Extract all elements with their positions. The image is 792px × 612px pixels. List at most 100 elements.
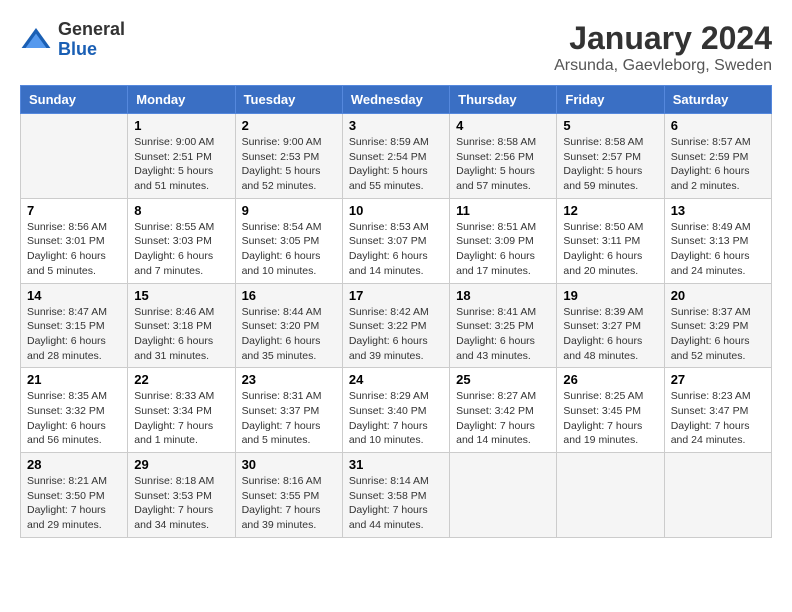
- calendar-cell: 29 Sunrise: 8:18 AM Sunset: 3:53 PM Dayli…: [128, 453, 235, 538]
- day-info: Sunrise: 8:21 AM Sunset: 3:50 PM Dayligh…: [27, 474, 121, 533]
- header: General Blue January 2024 Arsunda, Gaevl…: [20, 20, 772, 75]
- logo: General Blue: [20, 20, 125, 60]
- day-number: 19: [563, 288, 657, 303]
- calendar-cell: 14 Sunrise: 8:47 AM Sunset: 3:15 PM Dayli…: [21, 283, 128, 368]
- logo-text: General Blue: [58, 20, 125, 60]
- day-info: Sunrise: 8:59 AM Sunset: 2:54 PM Dayligh…: [349, 135, 443, 194]
- calendar-cell: [664, 453, 771, 538]
- calendar-cell: 30 Sunrise: 8:16 AM Sunset: 3:55 PM Dayli…: [235, 453, 342, 538]
- day-info: Sunrise: 8:31 AM Sunset: 3:37 PM Dayligh…: [242, 389, 336, 448]
- weekday-header: Sunday: [21, 86, 128, 114]
- day-number: 7: [27, 203, 121, 218]
- day-info: Sunrise: 8:41 AM Sunset: 3:25 PM Dayligh…: [456, 305, 550, 364]
- logo-general: General: [58, 20, 125, 40]
- calendar-cell: 4Sunrise: 8:58 AM Sunset: 2:56 PM Daylig…: [450, 114, 557, 199]
- weekday-header: Tuesday: [235, 86, 342, 114]
- weekday-header: Friday: [557, 86, 664, 114]
- calendar-week-row: 21 Sunrise: 8:35 AM Sunset: 3:32 PM Dayli…: [21, 368, 772, 453]
- day-info: Sunrise: 8:29 AM Sunset: 3:40 PM Dayligh…: [349, 389, 443, 448]
- calendar-cell: 11Sunrise: 8:51 AM Sunset: 3:09 PM Dayli…: [450, 198, 557, 283]
- day-info: Sunrise: 8:25 AM Sunset: 3:45 PM Dayligh…: [563, 389, 657, 448]
- day-info: Sunrise: 8:16 AM Sunset: 3:55 PM Dayligh…: [242, 474, 336, 533]
- logo-blue: Blue: [58, 40, 125, 60]
- calendar-cell: 12Sunrise: 8:50 AM Sunset: 3:11 PM Dayli…: [557, 198, 664, 283]
- day-info: Sunrise: 8:18 AM Sunset: 3:53 PM Dayligh…: [134, 474, 228, 533]
- calendar-cell: 9 Sunrise: 8:54 AM Sunset: 3:05 PM Daylig…: [235, 198, 342, 283]
- day-number: 18: [456, 288, 550, 303]
- calendar-cell: 10 Sunrise: 8:53 AM Sunset: 3:07 PM Dayli…: [342, 198, 449, 283]
- calendar-cell: 21 Sunrise: 8:35 AM Sunset: 3:32 PM Dayli…: [21, 368, 128, 453]
- day-info: Sunrise: 8:42 AM Sunset: 3:22 PM Dayligh…: [349, 305, 443, 364]
- calendar-cell: 2 Sunrise: 9:00 AM Sunset: 2:53 PM Daylig…: [235, 114, 342, 199]
- calendar-table: SundayMondayTuesdayWednesdayThursdayFrid…: [20, 85, 772, 538]
- day-info: Sunrise: 8:55 AM Sunset: 3:03 PM Dayligh…: [134, 220, 228, 279]
- day-number: 21: [27, 372, 121, 387]
- day-number: 29: [134, 457, 228, 472]
- day-info: Sunrise: 8:23 AM Sunset: 3:47 PM Dayligh…: [671, 389, 765, 448]
- day-info: Sunrise: 8:53 AM Sunset: 3:07 PM Dayligh…: [349, 220, 443, 279]
- calendar-cell: 3 Sunrise: 8:59 AM Sunset: 2:54 PM Daylig…: [342, 114, 449, 199]
- calendar-cell: 8 Sunrise: 8:55 AM Sunset: 3:03 PM Daylig…: [128, 198, 235, 283]
- calendar-cell: [557, 453, 664, 538]
- calendar-cell: 6Sunrise: 8:57 AM Sunset: 2:59 PM Daylig…: [664, 114, 771, 199]
- day-number: 8: [134, 203, 228, 218]
- day-number: 17: [349, 288, 443, 303]
- calendar-cell: 16 Sunrise: 8:44 AM Sunset: 3:20 PM Dayli…: [235, 283, 342, 368]
- weekday-header: Wednesday: [342, 86, 449, 114]
- calendar-cell: 7 Sunrise: 8:56 AM Sunset: 3:01 PM Daylig…: [21, 198, 128, 283]
- calendar-cell: 22 Sunrise: 8:33 AM Sunset: 3:34 PM Dayli…: [128, 368, 235, 453]
- day-info: Sunrise: 8:27 AM Sunset: 3:42 PM Dayligh…: [456, 389, 550, 448]
- day-number: 5: [563, 118, 657, 133]
- calendar-cell: 13 Sunrise: 8:49 AM Sunset: 3:13 PM Dayli…: [664, 198, 771, 283]
- calendar-cell: 28 Sunrise: 8:21 AM Sunset: 3:50 PM Dayli…: [21, 453, 128, 538]
- calendar-cell: 15 Sunrise: 8:46 AM Sunset: 3:18 PM Dayli…: [128, 283, 235, 368]
- day-info: Sunrise: 8:14 AM Sunset: 3:58 PM Dayligh…: [349, 474, 443, 533]
- calendar-cell: 17 Sunrise: 8:42 AM Sunset: 3:22 PM Dayli…: [342, 283, 449, 368]
- day-info: Sunrise: 8:44 AM Sunset: 3:20 PM Dayligh…: [242, 305, 336, 364]
- day-number: 22: [134, 372, 228, 387]
- weekday-header: Saturday: [664, 86, 771, 114]
- day-info: Sunrise: 8:47 AM Sunset: 3:15 PM Dayligh…: [27, 305, 121, 364]
- day-info: Sunrise: 9:00 AM Sunset: 2:53 PM Dayligh…: [242, 135, 336, 194]
- day-number: 27: [671, 372, 765, 387]
- day-number: 3: [349, 118, 443, 133]
- day-info: Sunrise: 8:35 AM Sunset: 3:32 PM Dayligh…: [27, 389, 121, 448]
- title-block: January 2024 Arsunda, Gaevleborg, Sweden: [554, 20, 772, 75]
- day-number: 4: [456, 118, 550, 133]
- calendar-week-row: 7 Sunrise: 8:56 AM Sunset: 3:01 PM Daylig…: [21, 198, 772, 283]
- day-number: 11: [456, 203, 550, 218]
- day-number: 2: [242, 118, 336, 133]
- day-number: 6: [671, 118, 765, 133]
- day-number: 31: [349, 457, 443, 472]
- calendar-cell: 25 Sunrise: 8:27 AM Sunset: 3:42 PM Dayli…: [450, 368, 557, 453]
- day-info: Sunrise: 8:33 AM Sunset: 3:34 PM Dayligh…: [134, 389, 228, 448]
- day-number: 9: [242, 203, 336, 218]
- calendar-cell: 31 Sunrise: 8:14 AM Sunset: 3:58 PM Dayli…: [342, 453, 449, 538]
- calendar-cell: 1Sunrise: 9:00 AM Sunset: 2:51 PM Daylig…: [128, 114, 235, 199]
- day-info: Sunrise: 9:00 AM Sunset: 2:51 PM Dayligh…: [134, 135, 228, 194]
- calendar-week-row: 1Sunrise: 9:00 AM Sunset: 2:51 PM Daylig…: [21, 114, 772, 199]
- calendar-cell: 5 Sunrise: 8:58 AM Sunset: 2:57 PM Daylig…: [557, 114, 664, 199]
- day-number: 14: [27, 288, 121, 303]
- day-number: 15: [134, 288, 228, 303]
- calendar-cell: 18 Sunrise: 8:41 AM Sunset: 3:25 PM Dayli…: [450, 283, 557, 368]
- day-info: Sunrise: 8:46 AM Sunset: 3:18 PM Dayligh…: [134, 305, 228, 364]
- calendar-cell: 19Sunrise: 8:39 AM Sunset: 3:27 PM Dayli…: [557, 283, 664, 368]
- day-number: 16: [242, 288, 336, 303]
- day-info: Sunrise: 8:54 AM Sunset: 3:05 PM Dayligh…: [242, 220, 336, 279]
- day-number: 12: [563, 203, 657, 218]
- day-number: 25: [456, 372, 550, 387]
- day-number: 13: [671, 203, 765, 218]
- day-number: 30: [242, 457, 336, 472]
- day-info: Sunrise: 8:49 AM Sunset: 3:13 PM Dayligh…: [671, 220, 765, 279]
- day-info: Sunrise: 8:58 AM Sunset: 2:57 PM Dayligh…: [563, 135, 657, 194]
- day-number: 20: [671, 288, 765, 303]
- weekday-header: Monday: [128, 86, 235, 114]
- day-info: Sunrise: 8:56 AM Sunset: 3:01 PM Dayligh…: [27, 220, 121, 279]
- day-number: 10: [349, 203, 443, 218]
- calendar-week-row: 28 Sunrise: 8:21 AM Sunset: 3:50 PM Dayli…: [21, 453, 772, 538]
- month-title: January 2024: [554, 20, 772, 57]
- day-number: 23: [242, 372, 336, 387]
- day-number: 28: [27, 457, 121, 472]
- day-info: Sunrise: 8:37 AM Sunset: 3:29 PM Dayligh…: [671, 305, 765, 364]
